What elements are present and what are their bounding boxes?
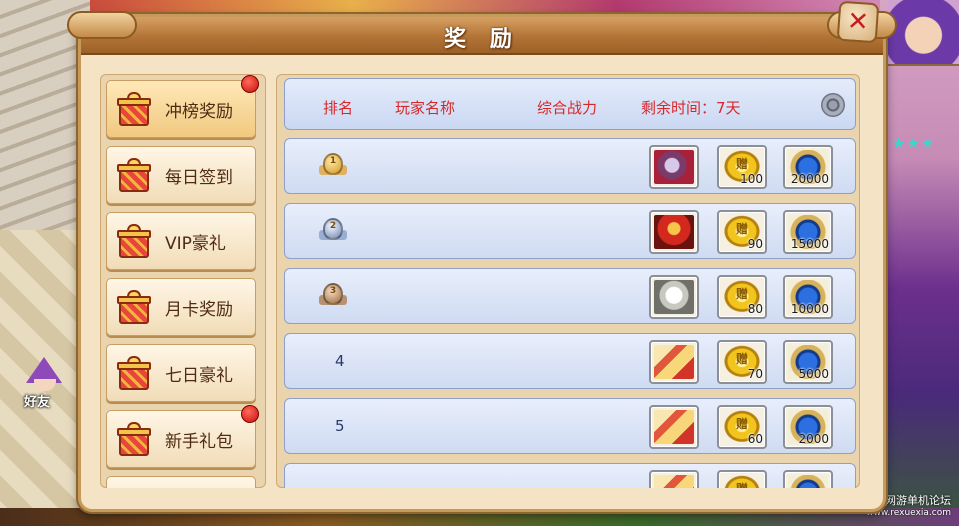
gift-box-icon [117,158,151,192]
orb-quantity: 15000 [790,237,829,251]
sidebar-item-2[interactable]: 每日签到 [106,146,256,204]
header-player-name: 玩家名称 [395,99,456,117]
sidebar-item-5[interactable]: 七日豪礼 [106,344,256,402]
gift-box-icon [117,356,151,390]
dialog-title-bar: 奖 励 [67,11,897,55]
reward-orb-slot[interactable]: 20000 [783,145,833,189]
sidebar-item-4[interactable]: 月卡奖励 [106,278,256,336]
sidebar-item-6[interactable]: 新手礼包 [106,405,259,468]
reward-row: 1 赠 100 20000 [284,138,856,194]
sidebar-item-1[interactable]: 冲榜奖励 [106,75,259,138]
star-rating-icon: ★★★ [892,134,936,152]
reward-row: 5 赠 60 2000 [284,398,856,454]
orb-quantity: 20000 [790,172,829,186]
gift-box-icon [117,92,151,126]
gift-box-icon [117,224,151,258]
reward-orb-slot[interactable]: 5000 [783,340,833,384]
rank-number: 5 [335,417,345,435]
rank-gold-medal-icon: 1 [319,151,347,181]
character-portrait[interactable] [888,0,959,66]
sidebar-item-label: 新手礼包 [165,431,233,452]
item-scroll-icon [654,410,694,444]
reward-gold-slot[interactable]: 赠 [717,470,767,488]
sidebar-item-label: VIP豪礼 [165,233,226,254]
header-time-left: 剩余时间：7天 [641,99,741,117]
item-red-icon [654,215,694,249]
settings-icon[interactable] [821,93,845,117]
reward-row: 4 赠 70 5000 [284,333,856,389]
sidebar-item-label: 每日签到 [165,167,233,188]
close-icon: ✕ [846,6,870,38]
gold-glyph: 赠 [735,352,748,366]
notification-dot-icon [241,75,259,93]
gold-glyph: 赠 [735,222,748,236]
blue-orb-icon [788,475,828,488]
reward-orb-slot[interactable]: 10000 [783,275,833,319]
sidebar-item-label: 冲榜奖励 [165,101,233,122]
rank-silver-medal-icon: 2 [319,216,347,246]
sidebar-item-label: 月卡奖励 [165,299,233,320]
scene-right-art [879,0,959,526]
reward-gold-slot[interactable]: 赠 80 [717,275,767,319]
sidebar-item-partial[interactable] [106,476,256,488]
gold-quantity: 100 [740,172,763,186]
sidebar-item-3[interactable]: VIP豪礼 [106,212,256,270]
item-scroll-icon [654,345,694,379]
orb-quantity: 2000 [798,432,829,446]
reward-gold-slot[interactable]: 赠 100 [717,145,767,189]
gold-glyph: 赠 [735,417,748,431]
gold-quantity: 90 [747,237,763,251]
reward-item-slot[interactable] [649,340,699,384]
sidebar-item-label: 七日豪礼 [165,365,233,386]
reward-gold-slot[interactable]: 赠 90 [717,210,767,254]
ranking-reward-list: 排名 玩家名称 综合战力 剩余时间：7天 1 赠 100 20000 2 赠 90 15000… [276,74,860,488]
reward-row: 赠 [284,463,856,488]
list-header: 排名 玩家名称 综合战力 剩余时间：7天 [284,78,856,130]
notification-dot-icon [241,405,259,423]
header-rank: 排名 [323,99,354,117]
reward-gold-slot[interactable]: 赠 60 [717,405,767,449]
reward-row: 3 赠 80 10000 [284,268,856,324]
dialog-title: 奖 励 [444,27,520,52]
reward-orb-slot[interactable]: 2000 [783,405,833,449]
reward-category-sidebar: 冲榜奖励每日签到 VIP豪礼月卡奖励七日豪礼新手礼包 [100,74,266,488]
item-scroll-icon [654,475,694,488]
gold-glyph: 赠 [719,480,765,488]
item-white-icon [654,280,694,314]
reward-item-slot[interactable] [649,405,699,449]
header-power: 综合战力 [537,99,598,117]
gold-quantity: 80 [747,302,763,316]
rank-number: 4 [335,352,345,370]
gold-glyph: 赠 [735,157,748,171]
reward-row: 2 赠 90 15000 [284,203,856,259]
reward-item-slot[interactable] [649,275,699,319]
friend-face-icon [34,379,56,391]
friend-label: 好友 [24,395,51,410]
close-button[interactable]: ✕ [836,0,880,44]
reward-item-slot[interactable] [649,210,699,254]
gold-quantity: 60 [747,432,763,446]
gold-quantity: 70 [747,367,763,381]
gold-glyph: 赠 [735,287,748,301]
reward-item-slot[interactable] [649,470,699,488]
friend-button[interactable]: 好友 [14,355,76,411]
reward-orb-slot[interactable] [783,470,833,488]
gift-box-icon [117,422,151,456]
reward-item-slot[interactable] [649,145,699,189]
orb-quantity: 5000 [798,367,829,381]
reward-orb-slot[interactable]: 15000 [783,210,833,254]
rank-bronze-medal-icon: 3 [319,281,347,311]
scene-top-strip [90,0,880,14]
item-beast-icon [654,150,694,184]
orb-quantity: 10000 [790,302,829,316]
gift-box-icon [117,290,151,324]
reward-gold-slot[interactable]: 赠 70 [717,340,767,384]
